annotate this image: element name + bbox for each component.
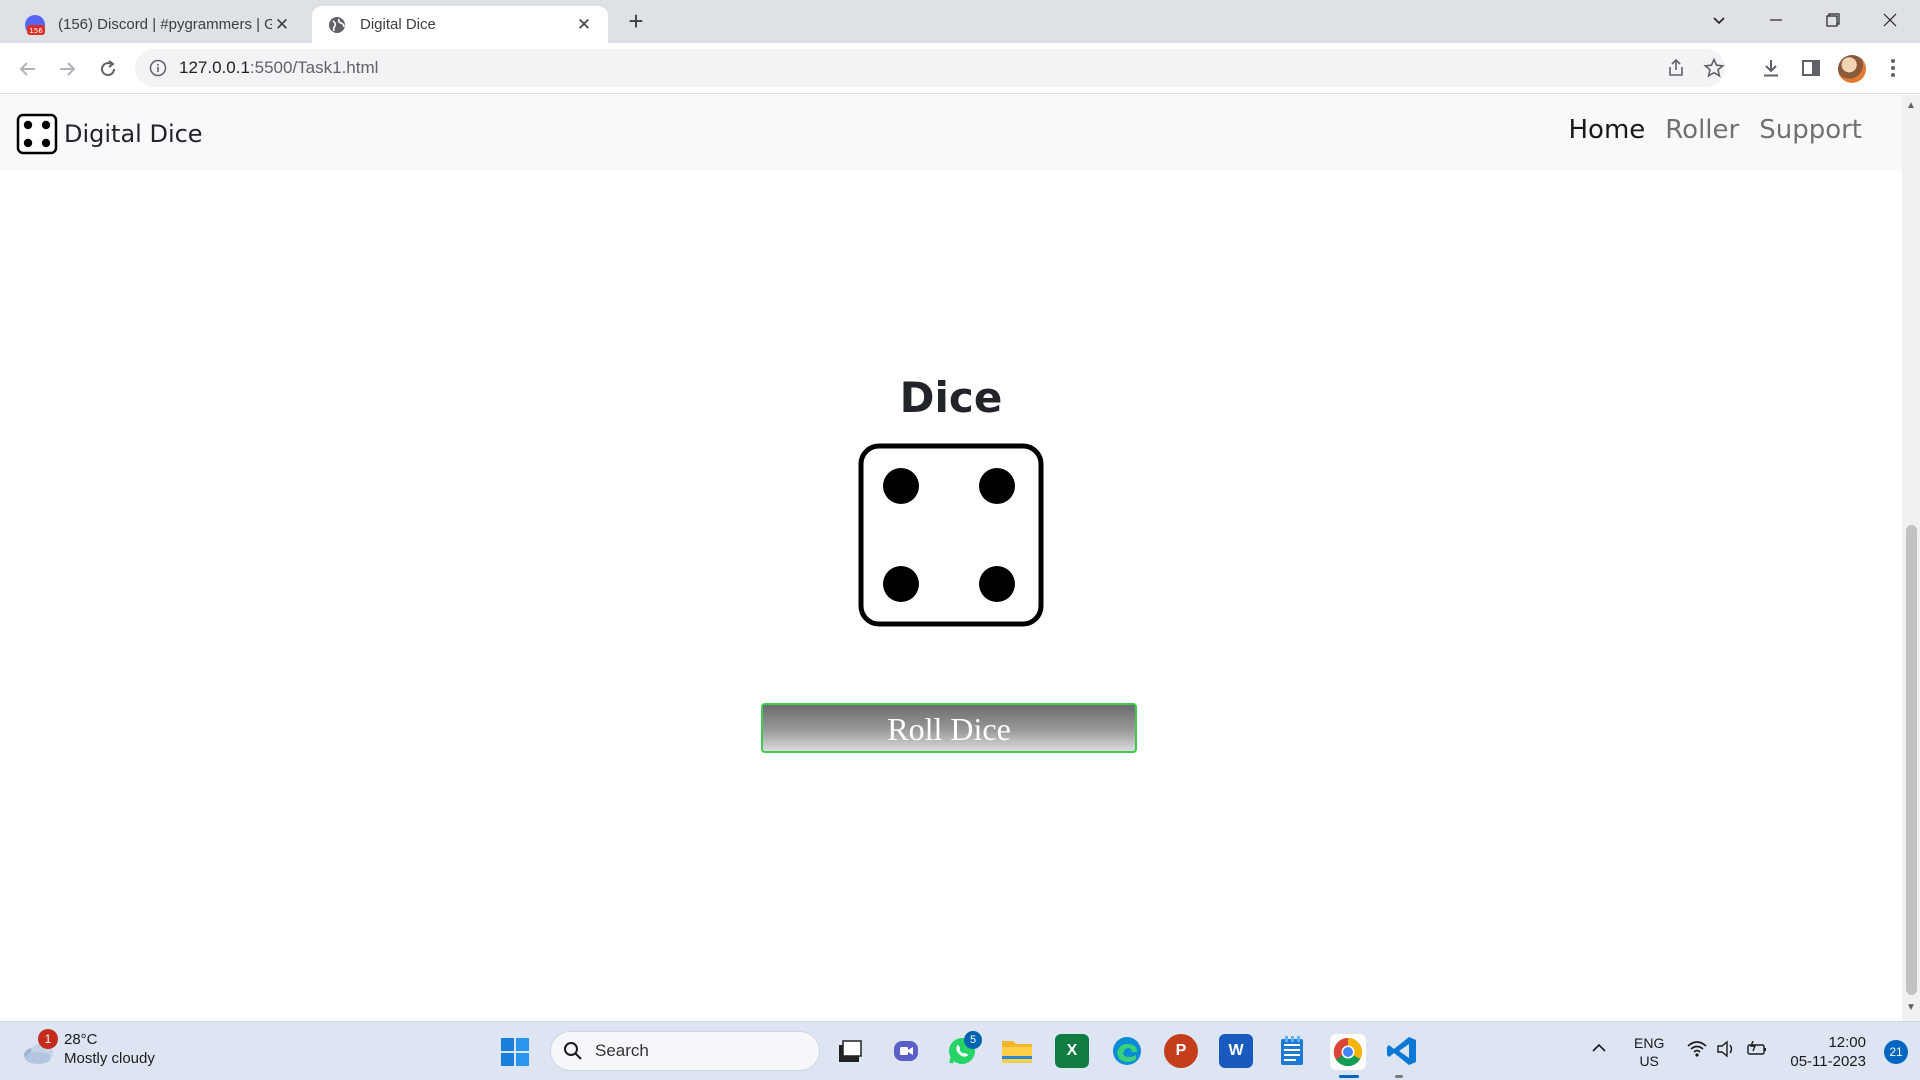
address-bar[interactable]: 127.0.0.1:5500/Task1.html — [135, 49, 1725, 87]
weather-desc: Mostly cloudy — [64, 1050, 155, 1067]
roll-dice-button[interactable]: Roll Dice — [761, 703, 1137, 753]
url-text[interactable]: 127.0.0.1:5500/Task1.html — [179, 49, 378, 87]
dice-logo-icon — [16, 113, 58, 155]
cloudy-weather-icon: 1 — [20, 1029, 58, 1067]
notification-badge[interactable]: 21 — [1884, 1040, 1908, 1064]
weather-temp: 28°C — [64, 1031, 98, 1048]
lang-code: ENG — [1634, 1035, 1665, 1051]
search-icon — [564, 1042, 582, 1060]
globe-icon — [329, 16, 345, 33]
close-tab-icon[interactable]: ✕ — [272, 15, 292, 35]
notepad-icon[interactable] — [1275, 1034, 1309, 1068]
chrome-running-indicator — [1339, 1075, 1359, 1078]
minimize-button[interactable] — [1748, 0, 1804, 40]
weather-alert-badge: 1 — [38, 1029, 58, 1049]
windows-taskbar: 1 28°C Mostly cloudy Search 5 X P W ENG … — [0, 1021, 1920, 1080]
dice-heading: Dice — [899, 373, 1003, 422]
menu-kebab-icon[interactable] — [1880, 55, 1906, 81]
powerpoint-icon[interactable]: P — [1164, 1034, 1198, 1068]
close-tab-icon[interactable]: ✕ — [574, 15, 594, 35]
weather-widget[interactable]: 1 28°C Mostly cloudy — [20, 1029, 155, 1068]
side-panel-icon[interactable] — [1798, 55, 1824, 81]
site-navbar: Digital Dice Home Roller Support — [0, 95, 1902, 171]
search-label: Search — [595, 1041, 649, 1060]
clock-time: 12:00 — [1828, 1034, 1866, 1051]
tab-digital-dice[interactable]: Digital Dice ✕ — [312, 6, 608, 43]
tab-title: Digital Dice — [360, 16, 436, 33]
nav-link-roller[interactable]: Roller — [1665, 115, 1739, 145]
taskbar-search[interactable]: Search — [550, 1031, 820, 1071]
clock-date: 05-11-2023 — [1790, 1053, 1866, 1070]
page-viewport: Digital Dice Home Roller Support Dice Ro… — [0, 95, 1902, 1021]
system-clock[interactable]: 12:00 05-11-2023 — [1790, 1033, 1866, 1071]
share-icon[interactable] — [1665, 57, 1687, 79]
forward-button[interactable] — [51, 53, 83, 85]
site-info-icon[interactable] — [149, 59, 167, 77]
teams-chat-icon[interactable] — [889, 1034, 923, 1068]
scrollbar-thumb[interactable] — [1906, 525, 1917, 995]
windows-start-icon[interactable] — [500, 1037, 530, 1067]
reload-button[interactable] — [92, 53, 124, 85]
chrome-icon[interactable] — [1330, 1034, 1366, 1070]
edge-icon[interactable] — [1110, 1034, 1144, 1068]
brand-name: Digital Dice — [64, 120, 203, 148]
tab-search-icon[interactable] — [1691, 0, 1747, 40]
volume-icon[interactable] — [1716, 1040, 1736, 1062]
restore-button[interactable] — [1805, 0, 1861, 40]
tray-overflow-icon[interactable] — [1590, 1040, 1608, 1060]
battery-icon[interactable] — [1746, 1040, 1768, 1061]
whatsapp-unread-badge: 5 — [964, 1031, 982, 1049]
profile-avatar[interactable] — [1838, 55, 1866, 83]
discord-badge: 156 — [29, 27, 43, 35]
brand[interactable]: Digital Dice — [16, 112, 203, 156]
back-button[interactable] — [12, 53, 44, 85]
vscode-running-indicator — [1395, 1075, 1403, 1078]
bookmark-star-icon[interactable] — [1703, 57, 1725, 79]
page-scrollbar[interactable]: ▲ ▼ — [1902, 95, 1920, 1021]
download-icon[interactable] — [1758, 55, 1784, 81]
file-explorer-icon[interactable] — [1000, 1034, 1034, 1068]
nav-links: Home Roller Support — [1549, 115, 1863, 145]
tab-discord[interactable]: 156 (156) Discord | #pygrammers | G ✕ — [10, 6, 306, 43]
browser-toolbar: 127.0.0.1:5500/Task1.html — [0, 43, 1920, 94]
task-view-icon[interactable] — [833, 1034, 867, 1068]
close-window-button[interactable] — [1862, 0, 1918, 40]
nav-link-home[interactable]: Home — [1569, 115, 1646, 145]
wifi-icon[interactable] — [1686, 1040, 1708, 1062]
nav-link-support[interactable]: Support — [1759, 115, 1862, 145]
tab-strip: 156 (156) Discord | #pygrammers | G ✕ Di… — [0, 0, 1920, 43]
new-tab-button[interactable]: + — [620, 6, 652, 38]
discord-favicon-icon: 156 — [25, 14, 45, 35]
word-icon[interactable]: W — [1219, 1034, 1253, 1068]
vscode-icon[interactable] — [1385, 1034, 1419, 1068]
language-indicator[interactable]: ENG US — [1634, 1034, 1664, 1070]
dice-four-icon — [858, 443, 1044, 627]
lang-region: US — [1639, 1053, 1659, 1069]
excel-icon[interactable]: X — [1055, 1034, 1089, 1068]
tab-title: (156) Discord | #pygrammers | G — [58, 16, 272, 33]
scroll-down-arrow-icon[interactable]: ▼ — [1906, 1003, 1916, 1013]
scroll-up-arrow-icon[interactable]: ▲ — [1906, 101, 1916, 111]
